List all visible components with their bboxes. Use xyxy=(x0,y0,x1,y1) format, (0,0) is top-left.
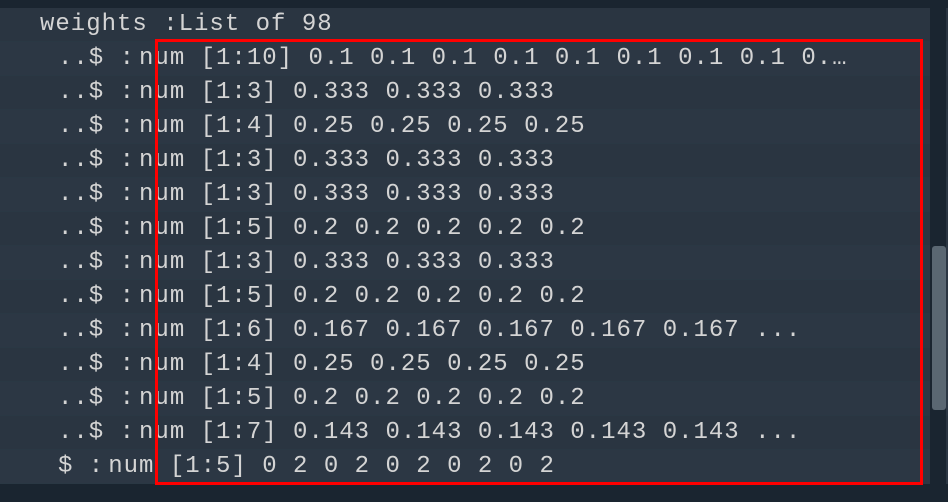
row-content: num [1:3] 0.333 0.333 0.333 xyxy=(139,147,555,174)
row-content: num [1:6] 0.167 0.167 0.167 0.167 0.167 … xyxy=(139,317,801,344)
row-prefix: ..$ : xyxy=(58,351,135,378)
scrollbar-thumb[interactable] xyxy=(932,246,946,410)
row-prefix: ..$ : xyxy=(58,385,135,412)
row-prefix: ..$ : xyxy=(58,147,135,174)
row-prefix: ..$ : xyxy=(58,283,135,310)
list-item[interactable]: ..$ :num [1:3] 0.333 0.333 0.333 xyxy=(0,178,948,212)
row-content: num [1:3] 0.333 0.333 0.333 xyxy=(139,181,555,208)
row-prefix: ..$ : xyxy=(58,419,135,446)
row-content: num [1:4] 0.25 0.25 0.25 0.25 xyxy=(139,113,586,140)
list-item[interactable]: ..$ :num [1:5] 0.2 0.2 0.2 0.2 0.2 xyxy=(0,382,948,416)
row-content: num [1:5] 0.2 0.2 0.2 0.2 0.2 xyxy=(139,215,586,242)
row-prefix: ..$ : xyxy=(58,215,135,242)
row-prefix: ..$ : xyxy=(58,249,135,276)
list-item[interactable]: ..$ :num [1:7] 0.143 0.143 0.143 0.143 0… xyxy=(0,416,948,450)
row-content: num [1:4] 0.25 0.25 0.25 0.25 xyxy=(139,351,586,378)
list-item[interactable]: ..$ :num [1:6] 0.167 0.167 0.167 0.167 0… xyxy=(0,314,948,348)
list-item[interactable]: ..$ :num [1:3] 0.333 0.333 0.333 xyxy=(0,246,948,280)
list-item[interactable]: ..$ :num [1:5] 0.2 0.2 0.2 0.2 0.2 xyxy=(0,280,948,314)
header-text: weights :List of 98 xyxy=(40,11,333,38)
row-prefix: ..$ : xyxy=(58,181,135,208)
row-content: num [1:5] 0.2 0.2 0.2 0.2 0.2 xyxy=(139,283,586,310)
row-prefix: ..$ : xyxy=(58,45,135,72)
row-content: num [1:3] 0.333 0.333 0.333 xyxy=(139,249,555,276)
list-item[interactable]: ..$ :num [1:3] 0.333 0.333 0.333 xyxy=(0,76,948,110)
list-rows-container: ..$ :num [1:10] 0.1 0.1 0.1 0.1 0.1 0.1 … xyxy=(0,42,948,484)
row-content: num [1:7] 0.143 0.143 0.143 0.143 0.143 … xyxy=(139,419,801,446)
list-item[interactable]: ..$ :num [1:3] 0.333 0.333 0.333 xyxy=(0,144,948,178)
row-prefix: ..$ : xyxy=(58,317,135,344)
row-content: num [1:3] 0.333 0.333 0.333 xyxy=(139,79,555,106)
row-content: num [1:5] 0 2 0 2 0 2 0 2 0 2 xyxy=(108,453,555,480)
row-prefix: ..$ : xyxy=(58,79,135,106)
row-content: num [1:5] 0.2 0.2 0.2 0.2 0.2 xyxy=(139,385,586,412)
list-item[interactable]: ..$ :num [1:4] 0.25 0.25 0.25 0.25 xyxy=(0,348,948,382)
row-prefix: $ : xyxy=(58,453,104,480)
list-header-row[interactable]: weights :List of 98 xyxy=(0,8,948,42)
list-item[interactable]: ..$ :num [1:4] 0.25 0.25 0.25 0.25 xyxy=(0,110,948,144)
environment-pane: weights :List of 98 ..$ :num [1:10] 0.1 … xyxy=(0,0,948,484)
list-item[interactable]: ..$ :num [1:5] 0.2 0.2 0.2 0.2 0.2 xyxy=(0,212,948,246)
row-prefix: ..$ : xyxy=(58,113,135,140)
list-item[interactable]: ..$ :num [1:10] 0.1 0.1 0.1 0.1 0.1 0.1 … xyxy=(0,42,948,76)
row-content: num [1:10] 0.1 0.1 0.1 0.1 0.1 0.1 0.1 0… xyxy=(139,45,848,72)
list-item[interactable]: $ :num [1:5] 0 2 0 2 0 2 0 2 0 2 xyxy=(0,450,948,484)
